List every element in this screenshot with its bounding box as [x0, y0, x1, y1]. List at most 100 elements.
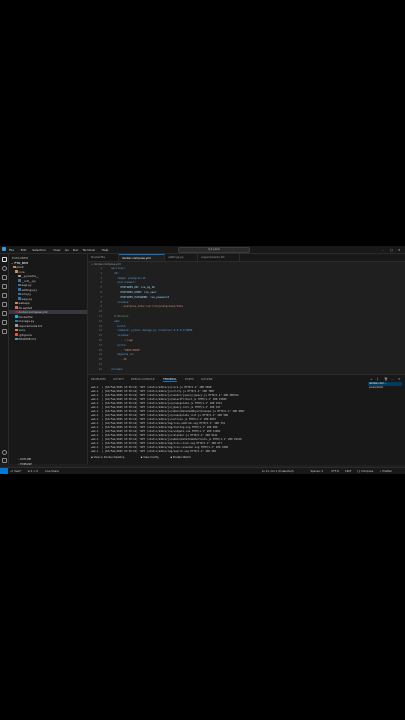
terminal-button-0[interactable]: ▪ View in Docker Desktop [91, 456, 124, 459]
menu-terminal[interactable]: Terminal [82, 248, 95, 252]
panel-tab-debug-console[interactable]: DEBUG CONSOLE [131, 377, 155, 381]
menu-selection[interactable]: Selection [32, 248, 46, 252]
breadcrumb[interactable]: > docker-compose.yml [91, 263, 121, 266]
tree-item[interactable]: core [9, 270, 87, 274]
panel-tab-output[interactable]: OUTPUT [113, 377, 124, 381]
status-right-item[interactable]: {} Compose [357, 470, 373, 473]
terminal-button-1[interactable]: ▪ View Config [141, 456, 159, 459]
tree-item[interactable]: asgi.py [9, 283, 87, 287]
status-right-item[interactable]: ✓ Prettier [380, 470, 393, 473]
status-left-item[interactable]: ⎇ main* [10, 470, 22, 473]
tree-item[interactable]: __init__.py [9, 279, 87, 283]
extensions-icon[interactable] [1, 293, 7, 298]
line-number: 21 [98, 363, 102, 366]
tree-item[interactable]: .gitignore [9, 333, 87, 337]
status-right-item[interactable]: Ln 11, Col 1 (9 selected) [262, 470, 294, 473]
tab-docker-compose-yml[interactable]: docker-compose.yml [119, 254, 166, 261]
folder-icon [13, 265, 16, 269]
tab-label: requirements.txt [201, 255, 225, 259]
file-yml-icon [15, 310, 18, 314]
tree-item[interactable]: plant [9, 265, 87, 269]
terminal-line: web-1 | [10/Feb/2025 15:39:14] "GET /sta… [91, 406, 221, 409]
code-line: - postgres_data:/var/lib/postgresql/data [108, 305, 183, 309]
terminal-line: web-1 | [10/Feb/2025 15:39:14] "GET /sta… [91, 410, 245, 413]
menu-view[interactable]: View [53, 248, 60, 252]
tab-label: Dockerfile [91, 255, 106, 259]
code-line: build: . [108, 324, 130, 328]
gear-icon[interactable] [1, 458, 7, 463]
line-number: 9 [100, 305, 102, 309]
tree-item[interactable]: Dockerfile [9, 315, 87, 319]
panel-tab-problems[interactable]: PROBLEMS [91, 377, 106, 381]
gitlens-icon[interactable] [1, 329, 7, 334]
status-right-item[interactable]: UTF-8 [331, 470, 339, 473]
new-terminal-icon[interactable]: + [370, 377, 373, 381]
code-line: POSTGRES_USER: cve_user [108, 291, 157, 294]
split-terminal-icon[interactable]: ⫿ [377, 377, 378, 381]
outline-section[interactable]: › OUTLINE [18, 458, 31, 461]
terminal-line: web-1 | [10/Feb/2025 15:39:14] "GET /sta… [91, 390, 215, 393]
minimize-icon[interactable]: – [382, 248, 384, 252]
terminal-line: web-1 | [10/Feb/2025 15:39:14] "GET /sta… [91, 386, 212, 389]
tree-item[interactable]: README.md [9, 337, 87, 341]
tree-item[interactable]: wsgi.py [9, 297, 87, 301]
menu-help[interactable]: Help [102, 248, 109, 252]
line-number: 1 [100, 267, 102, 270]
run-debug-icon[interactable] [1, 284, 7, 289]
remote-explorer-icon[interactable] [1, 311, 7, 316]
folder-icon [15, 328, 18, 332]
terminal-line: web-1 | [10/Feb/2025 15:39:14] "GET /sta… [91, 422, 225, 425]
terminal-list: docker-com... powershell [368, 382, 402, 390]
menu-edit[interactable]: Edit [21, 248, 27, 252]
source-control-icon[interactable] [1, 275, 7, 280]
close-panel-icon[interactable]: ✕ [398, 377, 401, 381]
tree-item[interactable]: requirements.txt [9, 324, 87, 328]
panel-tab-ports[interactable]: PORTS [185, 377, 194, 381]
testing-icon[interactable] [1, 320, 7, 325]
panel-tab-gitlens[interactable]: GITLENS [201, 377, 212, 381]
maximize-icon[interactable]: □ [390, 248, 393, 252]
close-icon[interactable]: ✕ [398, 248, 401, 252]
docker-icon[interactable] [1, 302, 7, 307]
code-line: - db [108, 358, 127, 362]
menu-file[interactable]: File [9, 248, 14, 252]
status-left-item[interactable]: ⊗ 0 ⚠ 0 [28, 470, 38, 473]
remote-indicator-icon[interactable] [0, 468, 8, 474]
tab-settings-py[interactable]: settings.py [165, 254, 199, 261]
ellipsis-icon[interactable]: … [391, 377, 394, 381]
search-icon[interactable] [1, 266, 7, 271]
tree-item[interactable]: settings.py [9, 288, 87, 292]
tab-label: settings.py [168, 255, 184, 259]
panel-tab-terminal[interactable]: TERMINAL [163, 377, 177, 382]
trash-icon[interactable]: 🗑 [384, 377, 388, 381]
line-number: 17 [98, 343, 102, 347]
tree-item[interactable]: webapp [9, 301, 87, 305]
tree-item[interactable]: docker-compose.yml [9, 310, 87, 314]
status-left-item[interactable]: Live Share [45, 470, 59, 473]
terminal-instance[interactable]: powershell [368, 386, 402, 390]
activity-bar [0, 254, 9, 464]
tree-item-label: README.md [18, 337, 36, 341]
code-line: volumes: [108, 367, 124, 371]
status-bar: ⎇ main* ⊗ 0 ⚠ 0 Live Share ✓ Prettier {} Co… [0, 467, 405, 474]
editor-area: Dockerfile docker-compose.yml settings.py r… [88, 254, 405, 374]
status-right-item[interactable]: CRLF [345, 470, 352, 473]
file-md-icon [15, 337, 18, 341]
vscode-window: File Edit Selection View Go Run Terminal Help f… [0, 246, 405, 474]
terminal-button-2[interactable]: ▪ Enable Watch [170, 456, 190, 459]
account-icon[interactable] [1, 450, 7, 455]
explorer-icon[interactable] [1, 257, 7, 262]
command-center-search[interactable]: fyk.plant [178, 247, 250, 254]
menu-go[interactable]: Go [65, 248, 69, 252]
menu-run[interactable]: Run [73, 248, 79, 252]
status-right-item[interactable]: Spaces: 2 [311, 470, 324, 473]
tree-item[interactable]: urls.py [9, 292, 87, 296]
tree-item[interactable]: db.sqlite3 [9, 306, 87, 310]
file-py-icon [18, 288, 21, 291]
tree-item[interactable]: manage.py [9, 319, 87, 323]
tree-item[interactable]: __pycache__ [9, 274, 87, 278]
timeline-section[interactable]: › TIMELINE [18, 463, 32, 466]
tab-dockerfile[interactable]: Dockerfile [88, 254, 119, 261]
tree-item[interactable]: venv [9, 328, 87, 332]
tab-requirements-txt[interactable]: requirements.txt [198, 254, 241, 261]
